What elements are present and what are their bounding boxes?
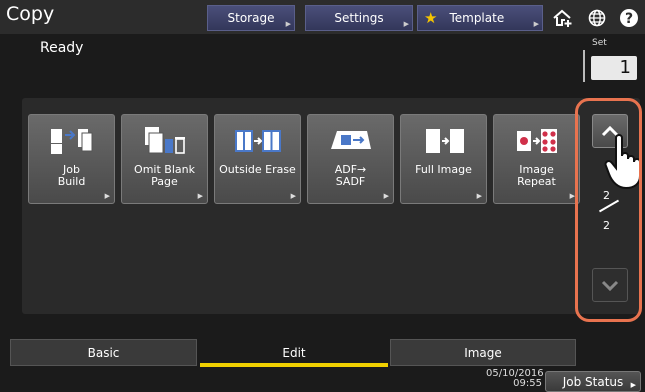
adf-sadf-button[interactable]: ADF→ SADF ▶: [307, 114, 394, 204]
image-repeat-button[interactable]: Image Repeat ▶: [493, 114, 580, 204]
triangle-right-icon: ▶: [197, 192, 203, 200]
template-button[interactable]: ★ Template ▶: [417, 5, 543, 31]
storage-button[interactable]: Storage ▶: [207, 5, 295, 31]
full-image-icon: [425, 129, 464, 153]
job-build-label: Job Build: [57, 163, 86, 188]
tab-image-label: Image: [464, 345, 502, 360]
tab-image[interactable]: Image: [390, 339, 576, 366]
set-counter: Set 1: [583, 38, 638, 82]
star-icon: ★: [424, 9, 438, 27]
date-time: 05/10/2016 09:55: [486, 369, 544, 389]
tab-basic-label: Basic: [87, 345, 120, 360]
status-text: Ready: [40, 40, 84, 56]
active-tab-indicator: [200, 363, 388, 367]
template-label: Template: [449, 11, 505, 25]
triangle-right-icon: ▶: [104, 192, 110, 200]
job-build-button[interactable]: Job Build ▶: [28, 114, 115, 204]
outside-erase-label: Outside Erase: [219, 163, 296, 176]
image-repeat-icon: [516, 129, 557, 153]
storage-label: Storage: [227, 11, 275, 25]
set-value[interactable]: 1: [591, 56, 637, 80]
job-build-icon: [50, 129, 92, 154]
adf-sadf-icon: [330, 131, 371, 149]
full-image-label: Full Image: [415, 163, 472, 176]
status-row: Ready: [0, 34, 645, 86]
job-status-label: Job Status: [562, 374, 624, 389]
settings-button[interactable]: Settings ▶: [305, 5, 413, 31]
triangle-right-icon: ▶: [403, 20, 409, 28]
outside-erase-icon: [234, 130, 281, 152]
top-bar: Copy Storage ▶ Settings ▶ ★ Template ▶ ?: [0, 0, 645, 34]
tab-edit[interactable]: Edit: [200, 339, 388, 366]
triangle-right-icon: ▶: [533, 20, 539, 28]
adf-sadf-label: ADF→ SADF: [334, 163, 367, 188]
tab-basic[interactable]: Basic: [10, 339, 197, 366]
image-repeat-label: Image Repeat: [517, 163, 556, 188]
triangle-right-icon: ▶: [476, 192, 482, 200]
omit-blank-page-label: Omit Blank Page: [134, 163, 195, 188]
settings-label: Settings: [334, 11, 384, 25]
home-add-icon[interactable]: [547, 5, 579, 31]
omit-blank-page-button[interactable]: Omit Blank Page ▶: [121, 114, 208, 204]
pager-highlight: [575, 98, 642, 322]
job-status-button[interactable]: Job Status ▶: [545, 371, 641, 392]
app-title: Copy: [6, 3, 55, 25]
full-image-button[interactable]: Full Image ▶: [400, 114, 487, 204]
triangle-right-icon: ▶: [383, 192, 389, 200]
help-icon[interactable]: ?: [613, 5, 645, 31]
triangle-right-icon: ▶: [630, 381, 636, 389]
outside-erase-button[interactable]: Outside Erase ▶: [214, 114, 301, 204]
tab-bar: Basic Edit Image: [0, 339, 645, 366]
globe-icon[interactable]: [581, 5, 613, 31]
omit-blank-page-icon: [144, 127, 185, 154]
svg-text:?: ?: [625, 11, 633, 27]
set-label: Set: [592, 38, 607, 48]
triangle-right-icon: ▶: [285, 20, 291, 28]
triangle-right-icon: ▶: [290, 192, 296, 200]
time-text: 09:55: [513, 378, 542, 389]
set-bracket: [583, 50, 587, 82]
tab-edit-label: Edit: [282, 345, 306, 360]
